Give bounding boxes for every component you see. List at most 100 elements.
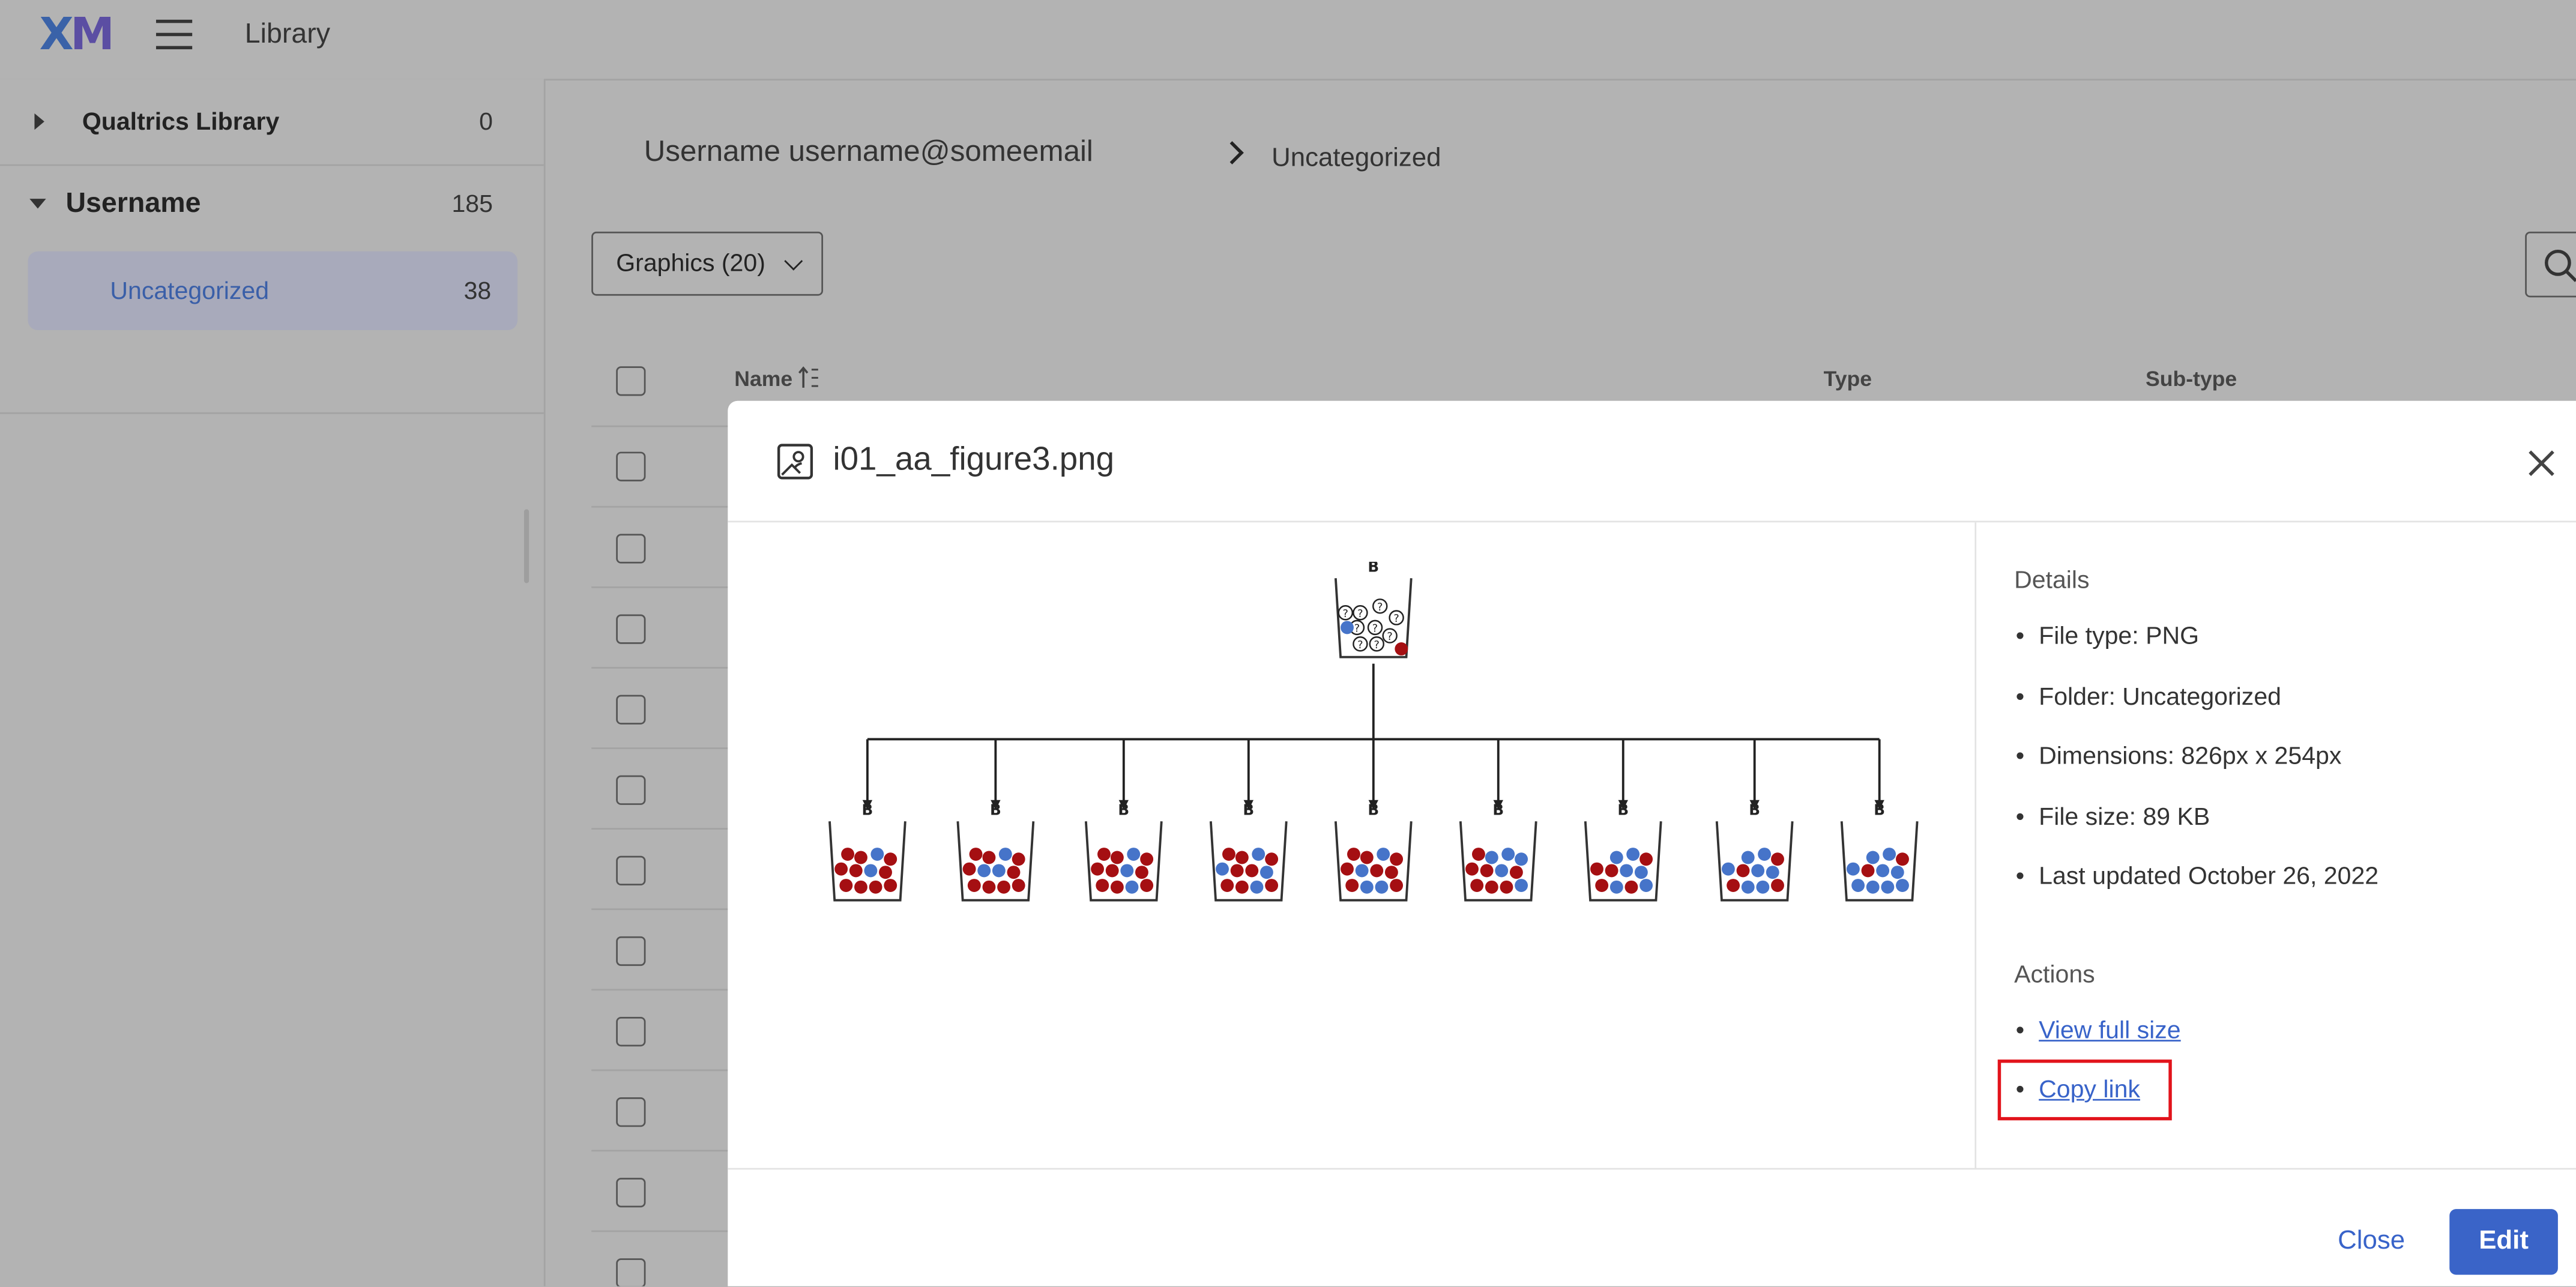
search-button[interactable]: [2525, 231, 2576, 298]
view-full-size-link[interactable]: View full size: [2039, 1017, 2181, 1045]
urn-top: B?????????: [1334, 562, 1413, 659]
row-divider: [591, 1069, 740, 1071]
sidebar-item-uncategorized[interactable]: Uncategorized 38: [28, 251, 518, 331]
svg-text:B: B: [1243, 801, 1254, 818]
urn-bottom: B: [828, 801, 906, 902]
svg-text:?: ?: [1357, 607, 1363, 620]
row-checkbox[interactable]: [616, 855, 646, 886]
top-bar: XM Library: [0, 0, 2576, 81]
actions-heading: Actions: [2014, 960, 2095, 989]
svg-text:B: B: [1492, 801, 1504, 818]
row-checkbox[interactable]: [616, 614, 646, 644]
select-all-checkbox[interactable]: [616, 366, 646, 396]
svg-text:?: ?: [1354, 622, 1360, 634]
breadcrumb-chevron-icon: [1220, 141, 1244, 164]
xm-logo[interactable]: XM: [40, 10, 115, 61]
urn-bottom: B: [1334, 801, 1413, 902]
row-checkbox[interactable]: [616, 695, 646, 725]
row-checkbox[interactable]: [616, 1016, 646, 1047]
modal-column-divider: [1974, 522, 1977, 1170]
image-preview[interactable]: B???????? ?B B B B B B B B B: [818, 562, 1935, 923]
caret-down-icon[interactable]: [29, 199, 46, 209]
page-title: Library: [244, 18, 330, 50]
column-header-type[interactable]: Type: [1824, 366, 1872, 391]
svg-text:B: B: [862, 801, 873, 818]
urn-bottom: B: [956, 801, 1035, 902]
highlight-box: [1997, 1059, 2172, 1121]
row-checkbox[interactable]: [616, 1178, 646, 1208]
svg-text:B: B: [1368, 801, 1379, 818]
row-divider: [591, 828, 740, 830]
row-divider: [591, 1230, 740, 1232]
urn-bottom: B: [1584, 801, 1662, 902]
svg-text:B: B: [1874, 801, 1885, 818]
svg-text:B: B: [990, 801, 1001, 818]
sidebar-item-label: Username: [65, 187, 201, 219]
row-checkbox[interactable]: [616, 775, 646, 805]
sidebar-item-count: 38: [463, 277, 492, 306]
urn-bottom: B: [1459, 801, 1537, 902]
close-icon[interactable]: [2527, 448, 2556, 478]
column-header-name[interactable]: Name: [734, 366, 821, 391]
image-file-icon: [777, 444, 813, 480]
row-checkbox[interactable]: [616, 451, 646, 481]
svg-text:?: ?: [1377, 601, 1383, 613]
row-divider: [591, 1150, 740, 1152]
svg-text:B: B: [1118, 801, 1129, 818]
detail-folder: • Folder: Uncategorized: [2015, 683, 2281, 711]
sidebar-item-qualtrics-library[interactable]: Qualtrics Library 0: [0, 79, 544, 164]
sidebar: Qualtrics Library 0 Username 185 Uncateg…: [0, 79, 546, 1286]
row-checkbox[interactable]: [616, 534, 646, 564]
svg-text:B: B: [1368, 562, 1379, 575]
row-divider: [591, 908, 740, 911]
urn-bottom: B: [1840, 801, 1919, 902]
row-divider: [591, 989, 740, 991]
row-checkbox[interactable]: [616, 1258, 646, 1286]
modal-footer-divider: [728, 1168, 2576, 1170]
details-heading: Details: [2014, 567, 2090, 595]
detail-dimensions: • Dimensions: 826px x 254px: [2015, 742, 2342, 771]
svg-text:?: ?: [1357, 639, 1363, 651]
svg-text:B: B: [1617, 801, 1629, 818]
row-divider: [591, 505, 740, 508]
urn-bottom: B: [1715, 801, 1794, 902]
row-divider: [591, 747, 740, 749]
detail-file-size: • File size: 89 KB: [2015, 803, 2210, 831]
search-icon: [2544, 249, 2576, 282]
row-checkbox[interactable]: [616, 936, 646, 966]
svg-text:?: ?: [1374, 639, 1380, 651]
sort-az-icon[interactable]: [798, 366, 821, 389]
graphic-details-modal: i01_aa_figure3.png B????????? B B B B B B B B B D…: [728, 400, 2576, 1286]
modal-header-divider: [728, 520, 2576, 523]
urn-bottom: B: [1209, 801, 1288, 902]
breadcrumb-folder: Uncategorized: [1271, 144, 1441, 173]
action-item: • View full size: [2015, 1016, 2181, 1045]
sidebar-item-count: 0: [479, 108, 493, 137]
row-checkbox[interactable]: [616, 1097, 646, 1127]
svg-text:?: ?: [1387, 630, 1392, 643]
sidebar-item-username[interactable]: Username 185: [0, 166, 544, 244]
caret-right-icon[interactable]: [34, 113, 44, 130]
sidebar-item-label: Qualtrics Library: [82, 108, 280, 137]
close-button[interactable]: Close: [2338, 1227, 2405, 1256]
divider: [0, 412, 544, 414]
breadcrumb-user[interactable]: Username username@someemail: [644, 134, 1093, 169]
svg-text:?: ?: [1343, 607, 1348, 620]
graphics-filter-dropdown[interactable]: Graphics (20): [591, 231, 824, 296]
row-divider: [591, 667, 740, 669]
svg-text:B: B: [1749, 801, 1760, 818]
column-header-subtype[interactable]: Sub-type: [2146, 366, 2237, 391]
sidebar-scrollbar[interactable]: [523, 509, 529, 583]
row-divider: [591, 586, 740, 588]
svg-text:?: ?: [1393, 612, 1399, 625]
row-divider: [591, 425, 740, 427]
hamburger-menu-icon[interactable]: [155, 19, 193, 50]
dropdown-label: Graphics (20): [616, 249, 765, 278]
urn-bottom: B: [1084, 801, 1163, 902]
edit-button[interactable]: Edit: [2449, 1209, 2558, 1275]
detail-file-type: • File type: PNG: [2015, 622, 2200, 651]
sidebar-item-count: 185: [451, 190, 493, 219]
chevron-down-icon: [784, 252, 803, 271]
detail-last-updated: • Last updated October 26, 2022: [2015, 862, 2379, 891]
modal-title: i01_aa_figure3.png: [833, 442, 1115, 478]
